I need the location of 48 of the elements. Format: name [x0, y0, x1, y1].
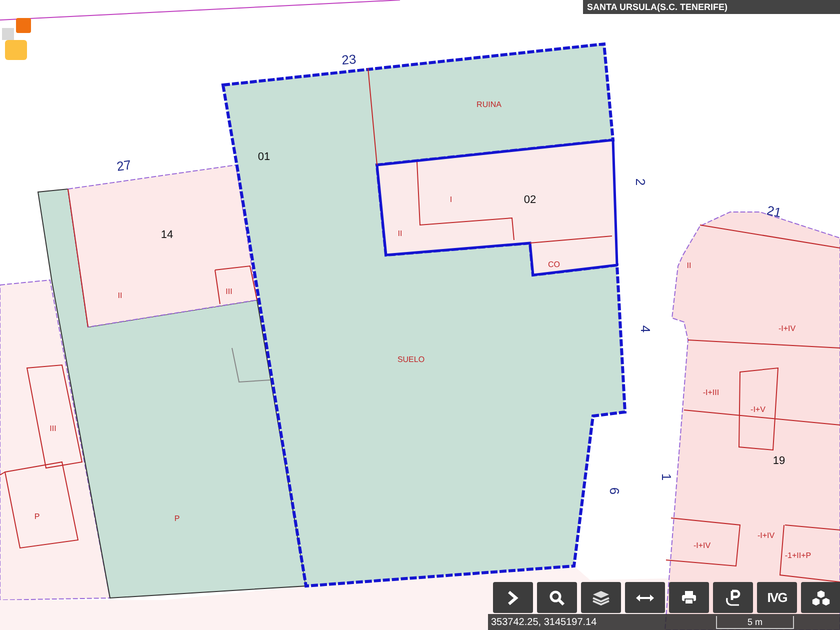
parcel-number: 19 — [772, 455, 786, 467]
building-floors-label: -I+IV — [757, 531, 775, 540]
block-number: 4 — [638, 325, 653, 333]
building-floors-label: RUINA — [476, 100, 502, 109]
search-button[interactable] — [537, 582, 577, 613]
block-number: 21 — [765, 202, 783, 220]
parcel-number: 01 — [258, 151, 270, 163]
parking-button[interactable] — [713, 582, 753, 613]
expand-button[interactable] — [493, 582, 533, 613]
building-floors-label: P — [34, 512, 40, 521]
layers-button[interactable] — [581, 582, 621, 613]
building-floors-label: P — [174, 514, 180, 523]
municipality-title: SANTA URSULA(S.C. TENERIFE) — [583, 0, 840, 14]
search-icon — [549, 590, 565, 606]
building-floors-label: II — [118, 291, 122, 300]
measure-button[interactable] — [625, 582, 665, 613]
logo-icon — [2, 18, 34, 62]
buildings-button[interactable] — [801, 582, 840, 613]
ivg-button[interactable]: IVG — [757, 582, 797, 613]
coordinates-readout: 353742.25, 3145197.14 — [490, 616, 598, 628]
parcel-number: 02 — [524, 194, 536, 206]
double-arrow-icon — [635, 592, 655, 602]
block-number: 1 — [659, 473, 674, 481]
building-floors-label: III — [50, 424, 56, 433]
layers-icon — [592, 590, 610, 606]
block-number: 27 — [116, 157, 132, 174]
building-floors-label: -I+IV — [693, 541, 711, 550]
building-floors-label: III — [226, 287, 232, 296]
scale-bar: 5 m — [716, 616, 794, 628]
building-floors-label: I — [450, 195, 452, 204]
block-number: 2 — [633, 178, 648, 186]
building-floors-label: SUELO — [397, 355, 425, 364]
parking-sign-icon — [724, 588, 742, 606]
block-number: 6 — [607, 487, 622, 495]
print-icon — [681, 590, 697, 605]
building-floors-label: II — [686, 261, 692, 270]
wall-line — [232, 348, 270, 383]
building-floors-label: II — [398, 229, 402, 238]
block-number: 23 — [341, 52, 357, 68]
building-floors-label: -I+III — [702, 388, 720, 397]
print-button[interactable] — [669, 582, 709, 613]
chevron-right-icon — [507, 590, 519, 606]
building-floors-label: -I+V — [750, 405, 766, 414]
building-floors-label: CO — [548, 260, 560, 269]
building-floors-label: -1+II+P — [784, 551, 812, 560]
parcel-number: 14 — [160, 229, 174, 241]
cubes-icon — [811, 589, 831, 606]
building-floors-label: -I+IV — [778, 324, 796, 333]
